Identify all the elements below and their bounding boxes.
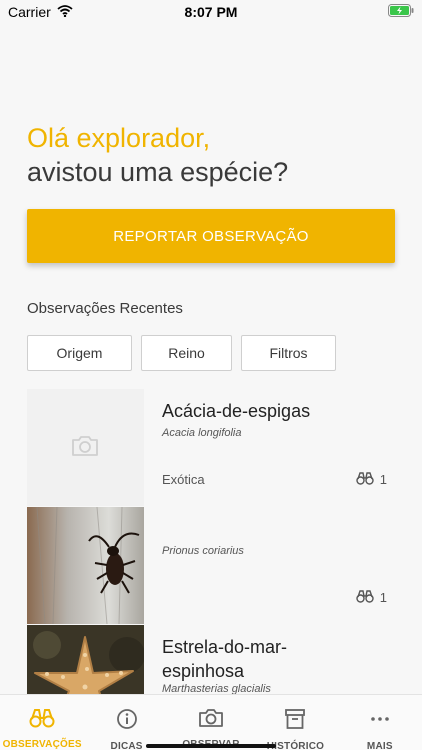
starfish-photo xyxy=(27,625,144,694)
tab-observations[interactable]: OBSERVAÇÕES xyxy=(0,695,84,750)
observation-count-value: 1 xyxy=(379,472,387,487)
tab-more[interactable]: MAIS xyxy=(338,695,422,750)
battery-charging-icon xyxy=(388,4,414,20)
observation-item[interactable]: Estrela-do-mar-espinhosa Marthasterias g… xyxy=(27,625,395,694)
observation-origin: Exótica xyxy=(162,472,205,487)
tab-bar: OBSERVAÇÕES DICAS OBSERVAR xyxy=(0,694,422,750)
binoculars-icon xyxy=(29,708,55,733)
recent-observations-title: Observações Recentes xyxy=(27,300,183,317)
greeting-line-2: avistou uma espécie? xyxy=(27,157,289,187)
observation-thumbnail xyxy=(27,389,144,506)
observation-thumbnail xyxy=(27,507,144,624)
tab-label: OBSERVAÇÕES xyxy=(2,739,82,750)
info-icon xyxy=(116,708,138,735)
filter-kingdom-button[interactable]: Reino xyxy=(141,335,232,371)
observation-scientific-name: Acacia longifolia xyxy=(162,427,242,439)
status-left: Carrier xyxy=(8,4,73,20)
observation-count: 1 xyxy=(356,471,387,488)
observation-common-name: Estrela-do-mar-espinhosa xyxy=(162,637,288,681)
wifi-icon xyxy=(57,4,73,20)
camera-icon xyxy=(198,708,224,733)
observation-item[interactable]: Acácia-de-espigas Acacia longifolia Exót… xyxy=(27,389,395,506)
observation-scientific-name: Marthasterias glacialis xyxy=(162,683,271,694)
tab-history[interactable]: HISTÓRICO xyxy=(253,695,337,750)
home-indicator xyxy=(146,744,276,748)
greeting: Olá explorador, avistou uma espécie? xyxy=(27,121,288,189)
tab-label: DICAS xyxy=(110,741,143,750)
observations-list[interactable]: Acácia-de-espigas Acacia longifolia Exót… xyxy=(0,388,422,694)
filters-button[interactable]: Filtros xyxy=(241,335,336,371)
status-bar: Carrier 8:07 PM xyxy=(0,0,422,24)
observation-count: 1 xyxy=(356,589,387,606)
observation-scientific-name: Prionus coriarius xyxy=(162,545,244,557)
status-right xyxy=(388,4,414,20)
observation-common-name: Acácia-de-espigas xyxy=(162,401,311,421)
carrier-label: Carrier xyxy=(8,4,51,20)
tab-observe[interactable]: OBSERVAR xyxy=(169,695,253,750)
observation-thumbnail xyxy=(27,625,144,694)
binoculars-icon xyxy=(356,471,374,488)
beetle-photo xyxy=(27,507,144,624)
archive-icon xyxy=(284,708,306,735)
greeting-line-1: Olá explorador, xyxy=(27,123,211,153)
filter-origin-button[interactable]: Origem xyxy=(27,335,132,371)
binoculars-icon xyxy=(356,589,374,606)
more-icon xyxy=(369,708,391,735)
observation-item[interactable]: Prionus coriarius 1 xyxy=(27,507,395,624)
report-observation-button[interactable]: REPORTAR OBSERVAÇÃO xyxy=(27,209,395,263)
observation-count-value: 1 xyxy=(379,590,387,605)
tab-tips[interactable]: DICAS xyxy=(84,695,168,750)
tab-label: MAIS xyxy=(366,741,393,750)
camera-placeholder-icon xyxy=(71,435,99,462)
